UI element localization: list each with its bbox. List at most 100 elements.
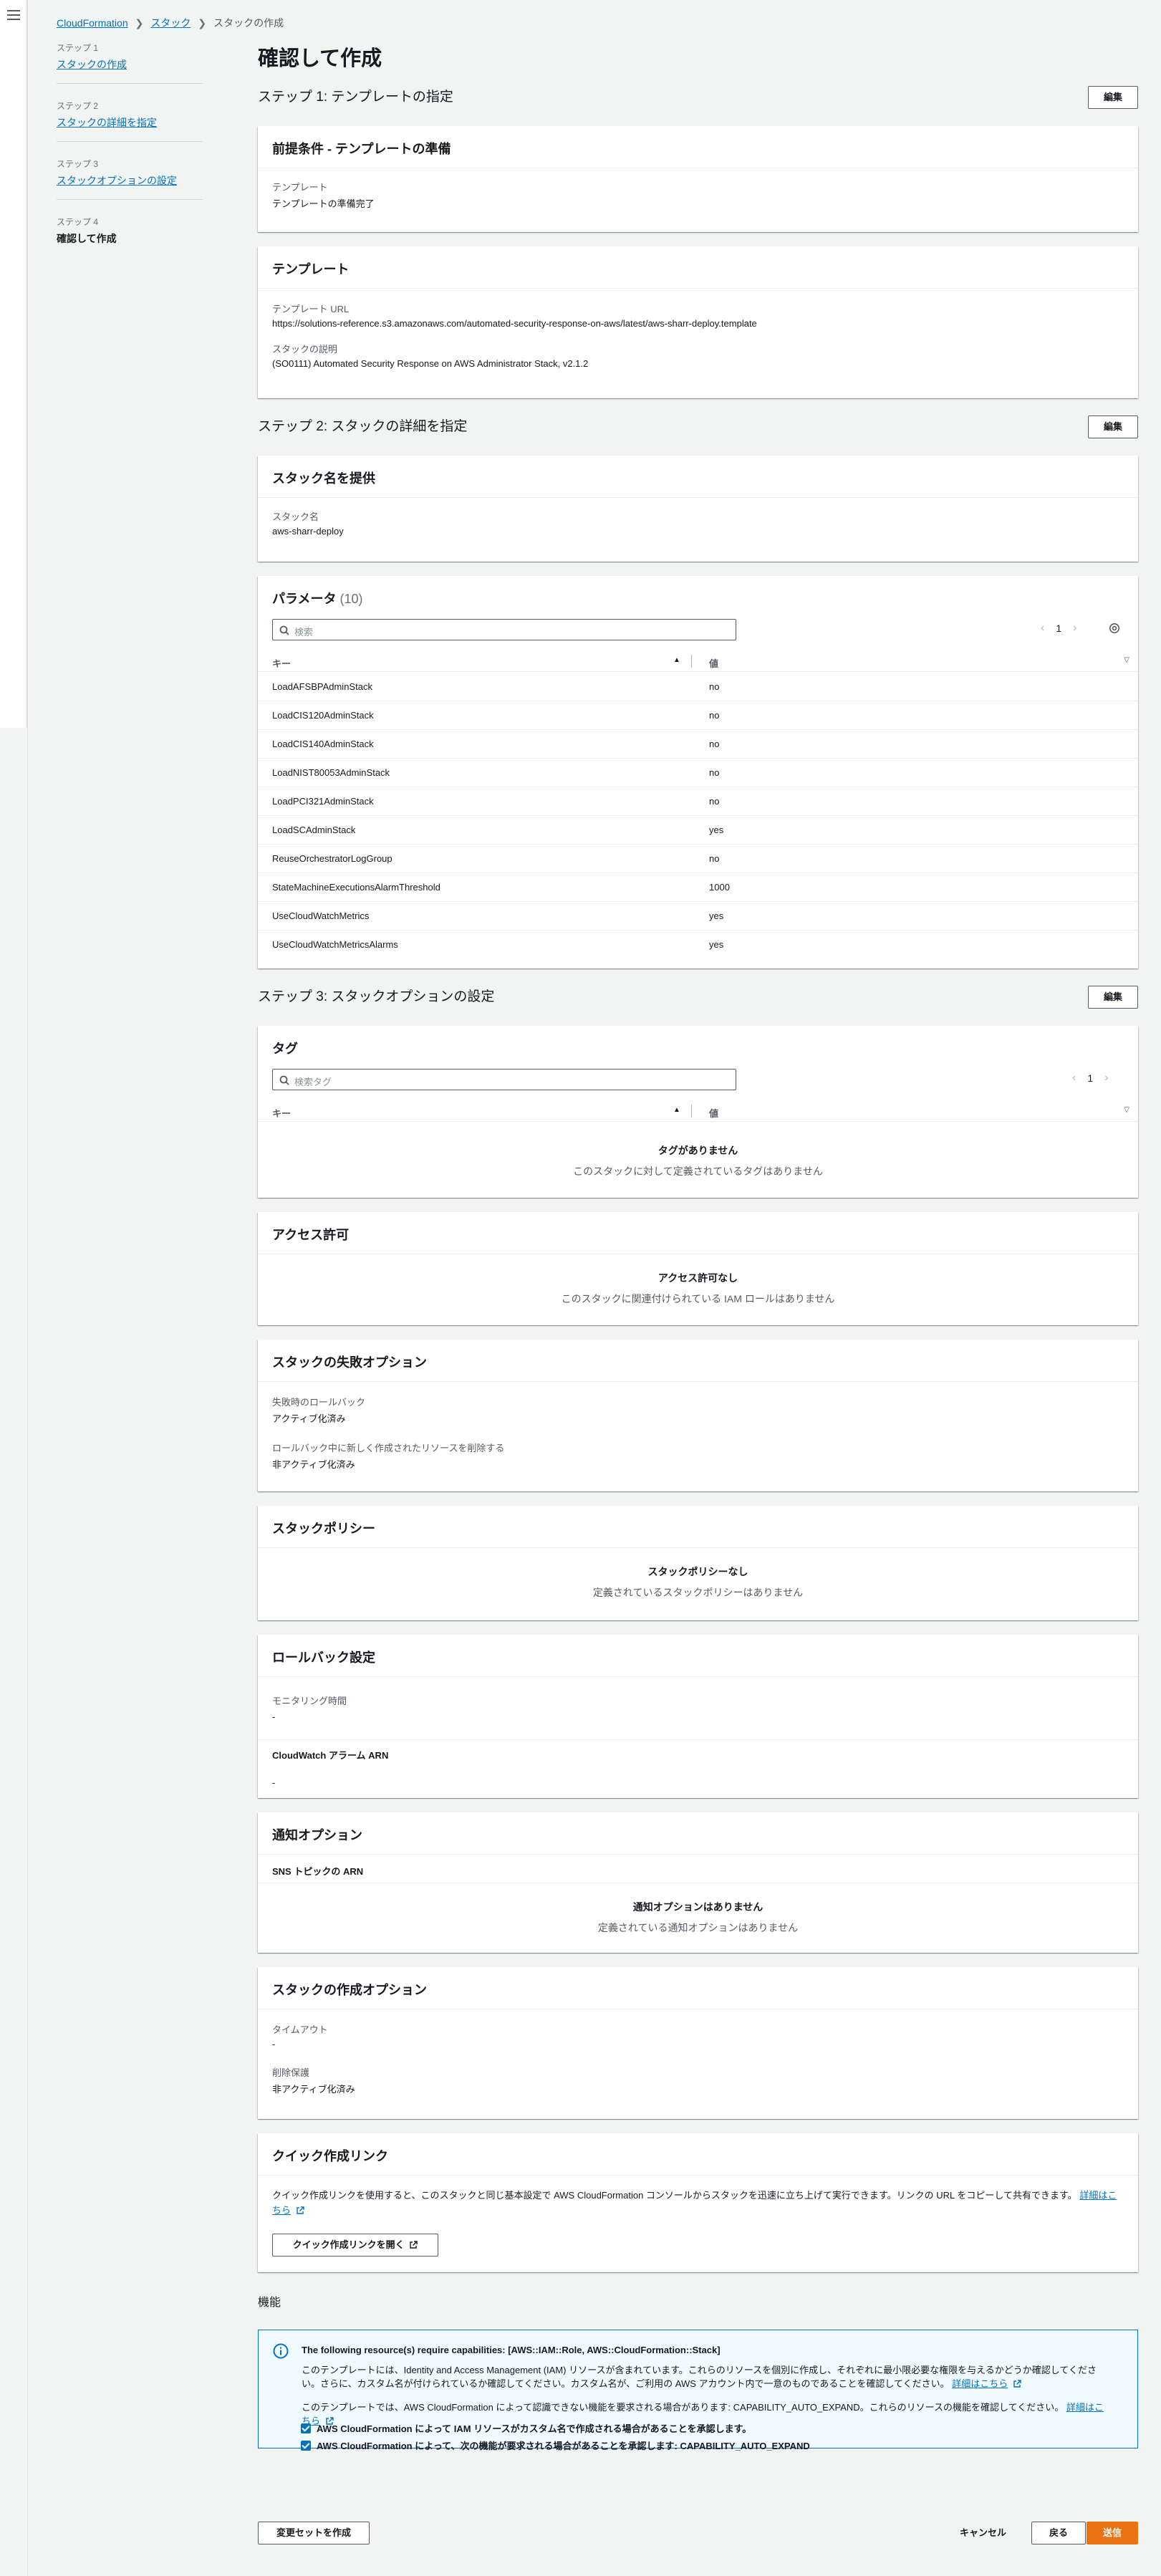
table-row: LoadPCI321AdminStack no [258,787,1138,816]
card-title: ロールバック設定 [272,1650,375,1665]
field-label: 削除保護 [272,2067,310,2078]
acknowledge-iam-checkbox[interactable]: AWS CloudFormation によって IAM リソースがカスタム名で作… [301,2421,751,2435]
step3-title: ステップ 3: スタックオプションの設定 [258,989,495,1004]
stack-name-value: aws-sharr-deploy [272,526,344,537]
field-value: アクティブ化済み [272,1413,346,1424]
param-value: no [709,767,720,778]
create-change-set-button[interactable]: 変更セットを作成 [258,2522,370,2544]
quick-create-card: クイック作成リンク クイック作成リンクを使用すると、このスタックと同じ基本設定で… [258,2133,1138,2272]
quick-create-description: クイック作成リンクを使用すると、このスタックと同じ基本設定で AWS Cloud… [272,2188,1124,2218]
step1-header: ステップ 1: テンプレートの指定 編集 [258,86,1138,109]
page-number[interactable]: 1 [1056,623,1061,634]
alert-title: The following resource(s) require capabi… [302,2345,721,2355]
tags-search-input[interactable]: 検索タグ [272,1069,736,1090]
page-title: 確認して作成 [258,47,382,70]
gear-icon[interactable] [1109,623,1120,636]
column-header-key[interactable]: キー [272,656,291,670]
card-title: パラメータ (10) [272,589,363,607]
empty-title: アクセス許可なし [657,1272,738,1284]
stack-name-card: スタック名を提供 スタック名 aws-sharr-deploy [258,456,1138,562]
column-resizer[interactable] [691,1105,692,1118]
card-title: アクセス許可 [272,1228,350,1242]
card-title: テンプレート [272,262,350,277]
param-value: no [709,681,720,692]
param-value: 1000 [709,882,730,893]
step2-edit-button[interactable]: 編集 [1088,415,1138,438]
menu-icon[interactable] [7,10,20,21]
breadcrumb-cloudformation[interactable]: CloudFormation [57,17,128,29]
table-header: キー ▲ 値 ▽ [258,650,1138,672]
kv-alarm-arn: CloudWatch アラーム ARN - [272,1748,388,1788]
table-row: ReuseOrchestratorLogGroup no [258,845,1138,873]
table-row: LoadCIS120AdminStack no [258,701,1138,730]
breadcrumb-current: スタックの作成 [213,17,284,29]
failure-options-card: スタックの失敗オプション 失敗時のロールバック アクティブ化済み ロールバック中… [258,1340,1138,1491]
field-label: タイムアウト [272,2024,328,2035]
parameters-search-input[interactable]: 検索 [272,619,736,640]
wizard-steps: ステップ 1 スタックの作成 ステップ 2 スタックの詳細を指定 ステップ 3 … [57,42,203,273]
search-icon [279,625,289,635]
chevron-right-icon[interactable]: › [1104,1072,1108,1085]
field-value: テンプレートの準備完了 [272,198,375,209]
column-header-value[interactable]: 値 [709,1106,718,1120]
wizard-step-number: ステップ 2 [57,101,99,111]
back-button[interactable]: 戻る [1031,2522,1086,2544]
sort-ascending-icon[interactable]: ▲ [673,1106,680,1114]
chevron-right-icon: ❯ [198,16,207,29]
quick-create-text: クイック作成リンクを使用すると、このスタックと同じ基本設定で AWS Cloud… [272,2190,1077,2201]
empty-title: スタックポリシーなし [647,1566,748,1577]
column-header-value[interactable]: 値 [709,656,718,670]
empty-subtitle: 定義されている通知オプションはありません [597,1922,799,1933]
param-key: UseCloudWatchMetrics [272,910,370,921]
step1-edit-button[interactable]: 編集 [1088,86,1138,109]
card-title: 通知オプション [272,1828,362,1842]
pagination: ‹ 1 › [1041,622,1076,635]
sort-ascending-icon[interactable]: ▲ [673,656,680,664]
column-header-key[interactable]: キー [272,1106,291,1120]
checkbox-checked[interactable] [301,2440,311,2451]
chevron-left-icon[interactable]: ‹ [1041,622,1044,635]
table-row: LoadAFSBPAdminStack no [258,673,1138,701]
cancel-button[interactable]: キャンセル [960,2522,1006,2544]
table-row: UseCloudWatchMetricsAlarms yes [258,931,1138,959]
breadcrumb-stacks[interactable]: スタック [150,16,191,30]
column-resizer[interactable] [691,655,692,668]
creation-options-card: スタックの作成オプション タイムアウト - 削除保護 非アクティブ化済み [258,1967,1138,2119]
chevron-left-icon[interactable]: ‹ [1072,1072,1076,1085]
wizard-step-number: ステップ 1 [57,43,99,53]
learn-more-link[interactable]: 詳細はこちら [952,2378,1008,2389]
wizard-step-link[interactable]: スタックの作成 [57,57,203,72]
alert-text-iam: このテンプレートには、Identity and Access Managemen… [302,2363,1111,2390]
step3-edit-button[interactable]: 編集 [1088,986,1138,1009]
empty-subtitle: このスタックに対して定義されているタグはありません [573,1166,823,1177]
table-row: StateMachineExecutionsAlarmThreshold 1000 [258,873,1138,902]
field-value: - [272,1777,276,1788]
param-value: yes [709,939,724,950]
param-value: no [709,739,720,749]
sort-caret-icon[interactable]: ▽ [1124,656,1129,664]
wizard-step-number: ステップ 3 [57,159,99,169]
stack-description-value: (SO0111) Automated Security Response on … [272,358,589,369]
chevron-right-icon[interactable]: › [1073,622,1076,635]
field-label: SNS トピックの ARN [272,1866,364,1877]
checkbox-checked[interactable] [301,2423,311,2433]
sort-caret-icon[interactable]: ▽ [1124,1106,1129,1114]
wizard-step-link[interactable]: スタックの詳細を指定 [57,115,203,130]
param-value: yes [709,910,724,921]
acknowledge-auto-expand-checkbox[interactable]: AWS CloudFormation によって、次の機能が要求される場合があるこ… [301,2438,810,2452]
search-placeholder: 検索 [294,627,314,638]
submit-button[interactable]: 送信 [1087,2522,1138,2544]
wizard-step-3: ステップ 3 スタックオプションの設定 [57,158,203,200]
page-number[interactable]: 1 [1087,1072,1093,1084]
card-title: スタックポリシー [272,1522,375,1536]
param-key: LoadCIS120AdminStack [272,710,374,721]
open-quick-create-link-button[interactable]: クイック作成リンクを開く [272,2234,438,2257]
empty-subtitle: 定義されているスタックポリシーはありません [592,1587,804,1598]
empty-state: 通知オプションはありません 定義されている通知オプションはありません [258,1900,1138,1935]
wizard-step-link[interactable]: スタックオプションの設定 [57,173,203,188]
param-value: no [709,796,720,807]
table-row: UseCloudWatchMetrics yes [258,902,1138,931]
param-key: ReuseOrchestratorLogGroup [272,853,392,864]
field-label: CloudWatch アラーム ARN [272,1750,389,1761]
table-row: LoadNIST80053AdminStack no [258,759,1138,787]
